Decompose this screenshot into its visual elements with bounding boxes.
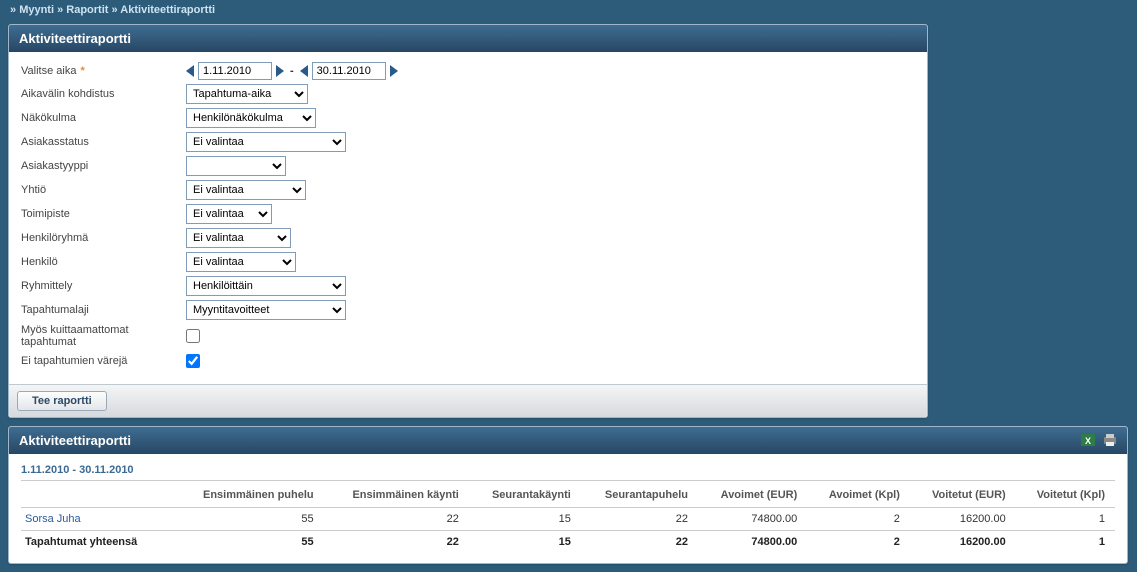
cell: 2 — [807, 508, 910, 531]
range-select[interactable]: Tapahtuma-aika — [186, 84, 308, 104]
label-view: Näkökulma — [21, 112, 186, 124]
custstatus-select[interactable]: Ei valintaa — [186, 132, 346, 152]
total-cell: 1 — [1016, 531, 1115, 554]
cell: 1 — [1016, 508, 1115, 531]
cell: 55 — [173, 508, 323, 531]
cell: 22 — [324, 508, 469, 531]
total-label: Tapahtumat yhteensä — [21, 531, 173, 554]
table-total-row: Tapahtumat yhteensä 55 22 15 22 74800.00… — [21, 531, 1115, 554]
run-report-button[interactable]: Tee raportti — [17, 391, 107, 411]
date-from-next-icon[interactable] — [276, 65, 284, 77]
label-office: Toimipiste — [21, 208, 186, 220]
label-group: Henkilöryhmä — [21, 232, 186, 244]
print-icon[interactable] — [1101, 431, 1119, 449]
person-link[interactable]: Sorsa Juha — [25, 513, 81, 525]
date-to-prev-icon[interactable] — [300, 65, 308, 77]
col-open-eur: Avoimet (EUR) — [698, 483, 807, 508]
results-daterange: 1.11.2010 - 30.11.2010 — [21, 464, 1115, 481]
label-grouping: Ryhmittely — [21, 280, 186, 292]
eventtype-select[interactable]: Myyntitavoitteet — [186, 300, 346, 320]
nocolors-checkbox[interactable] — [186, 354, 200, 368]
table-row: Sorsa Juha 55 22 15 22 74800.00 2 16200.… — [21, 508, 1115, 531]
label-custtype: Asiakastyyppi — [21, 160, 186, 172]
label-company: Yhtiö — [21, 184, 186, 196]
total-cell: 74800.00 — [698, 531, 807, 554]
label-eventtype: Tapahtumalaji — [21, 304, 186, 316]
label-date: Valitse aika* — [21, 65, 186, 77]
label-range: Aikavälin kohdistus — [21, 88, 186, 100]
person-select[interactable]: Ei valintaa — [186, 252, 296, 272]
panel-title: Aktiviteettiraportti — [9, 25, 927, 52]
custtype-select[interactable] — [186, 156, 286, 176]
unconfirmed-checkbox[interactable] — [186, 329, 200, 343]
view-select[interactable]: Henkilönäkökulma — [186, 108, 316, 128]
date-to-input[interactable] — [312, 62, 386, 80]
date-to-next-icon[interactable] — [390, 65, 398, 77]
cell: 15 — [469, 508, 581, 531]
cell: 16200.00 — [910, 508, 1016, 531]
col-won-qty: Voitetut (Kpl) — [1016, 483, 1115, 508]
date-from-input[interactable] — [198, 62, 272, 80]
breadcrumb-sales[interactable]: Myynti — [19, 4, 54, 16]
company-select[interactable]: Ei valintaa — [186, 180, 306, 200]
group-select[interactable]: Ei valintaa — [186, 228, 291, 248]
label-nocolors: Ei tapahtumien värejä — [21, 355, 186, 367]
breadcrumb: » Myynti » Raportit » Aktiviteettiraport… — [0, 0, 1137, 20]
col-firstcall: Ensimmäinen puhelu — [173, 483, 323, 508]
date-dash: - — [288, 65, 296, 77]
col-name — [21, 483, 173, 508]
total-cell: 16200.00 — [910, 531, 1016, 554]
svg-text:X: X — [1085, 436, 1091, 446]
col-followcall: Seurantapuhelu — [581, 483, 698, 508]
label-unconfirmed: Myös kuittaamattomat tapahtumat — [21, 324, 186, 348]
cell: 74800.00 — [698, 508, 807, 531]
breadcrumb-activityreport[interactable]: Aktiviteettiraportti — [120, 4, 215, 16]
grouping-select[interactable]: Henkilöittäin — [186, 276, 346, 296]
results-title: Aktiviteettiraportti X — [9, 427, 1127, 454]
report-table: Ensimmäinen puhelu Ensimmäinen käynti Se… — [21, 483, 1115, 553]
total-cell: 22 — [324, 531, 469, 554]
col-open-qty: Avoimet (Kpl) — [807, 483, 910, 508]
total-cell: 15 — [469, 531, 581, 554]
label-person: Henkilö — [21, 256, 186, 268]
label-custstatus: Asiakasstatus — [21, 136, 186, 148]
export-excel-icon[interactable]: X — [1079, 431, 1097, 449]
breadcrumb-reports[interactable]: Raportit — [66, 4, 108, 16]
total-cell: 22 — [581, 531, 698, 554]
total-cell: 55 — [173, 531, 323, 554]
date-from-prev-icon[interactable] — [186, 65, 194, 77]
office-select[interactable]: Ei valintaa — [186, 204, 272, 224]
col-won-eur: Voitetut (EUR) — [910, 483, 1016, 508]
col-followvisit: Seurantakäynti — [469, 483, 581, 508]
cell: 22 — [581, 508, 698, 531]
total-cell: 2 — [807, 531, 910, 554]
col-firstvisit: Ensimmäinen käynti — [324, 483, 469, 508]
